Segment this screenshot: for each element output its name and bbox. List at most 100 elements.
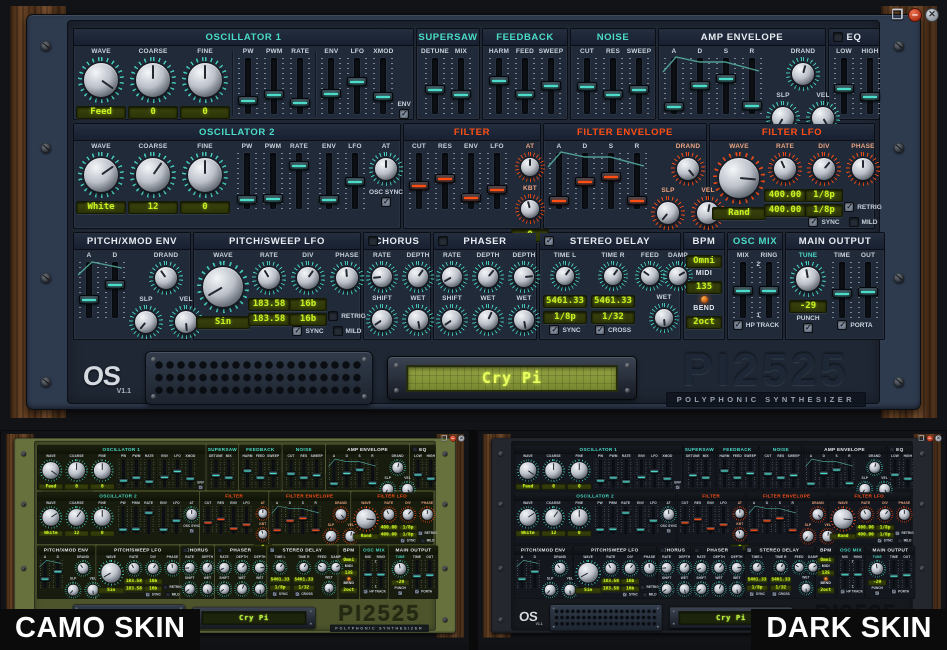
slider-a[interactable] bbox=[749, 507, 760, 535]
slider-pwm[interactable] bbox=[262, 153, 284, 209]
knob-div[interactable] bbox=[291, 261, 325, 295]
slider-high[interactable] bbox=[902, 460, 913, 488]
knob-at[interactable] bbox=[515, 152, 545, 182]
slider-pw[interactable] bbox=[595, 507, 606, 535]
slider-detune[interactable] bbox=[424, 58, 446, 114]
slider-s[interactable] bbox=[297, 507, 308, 535]
slider-time[interactable] bbox=[889, 560, 900, 588]
knob-wet[interactable] bbox=[472, 304, 504, 336]
slider-out[interactable] bbox=[857, 262, 879, 318]
slider-handle[interactable] bbox=[515, 90, 535, 99]
knob-fine[interactable] bbox=[182, 57, 228, 103]
slider-lfo[interactable] bbox=[648, 507, 659, 535]
knob-fine[interactable] bbox=[182, 152, 228, 198]
slider-handle[interactable] bbox=[688, 473, 698, 477]
slider-low[interactable] bbox=[413, 460, 424, 488]
knob-fine[interactable] bbox=[91, 459, 114, 482]
slider-a[interactable] bbox=[78, 262, 100, 318]
slider-handle[interactable] bbox=[745, 471, 755, 475]
lcd-screen[interactable]: Cry Pi bbox=[202, 611, 307, 624]
slider-a[interactable] bbox=[548, 153, 570, 209]
close-icon[interactable]: ✕ bbox=[925, 8, 939, 22]
knob-shift[interactable] bbox=[436, 304, 468, 336]
knob-feed[interactable] bbox=[792, 560, 807, 575]
slider-handle[interactable] bbox=[749, 528, 759, 532]
checkbox-retrig[interactable] bbox=[640, 585, 645, 590]
knob-drand[interactable] bbox=[75, 560, 92, 577]
close-icon[interactable]: ✕ bbox=[458, 435, 465, 442]
knob-wet[interactable] bbox=[649, 303, 679, 333]
slider-handle[interactable] bbox=[426, 476, 436, 480]
slider-ring[interactable] bbox=[375, 560, 386, 588]
slider-env[interactable] bbox=[705, 507, 716, 535]
checkbox-sync[interactable] bbox=[400, 538, 405, 543]
slider-pw[interactable] bbox=[595, 460, 606, 488]
knob-time-r[interactable] bbox=[773, 560, 788, 575]
slider-handle[interactable] bbox=[285, 518, 295, 522]
knob-rate[interactable] bbox=[436, 261, 468, 293]
knob-drand[interactable] bbox=[866, 459, 883, 476]
checkbox-osc-sync[interactable] bbox=[189, 528, 194, 533]
slider-handle[interactable] bbox=[321, 89, 341, 98]
slider-handle[interactable] bbox=[627, 196, 647, 205]
checkbox-sync[interactable] bbox=[145, 592, 150, 597]
knob-coarse[interactable] bbox=[542, 506, 565, 529]
slider-handle[interactable] bbox=[595, 527, 605, 531]
slider-handle[interactable] bbox=[577, 82, 597, 91]
slider-pwm[interactable] bbox=[608, 460, 619, 488]
slider-time[interactable] bbox=[831, 262, 853, 318]
knob-wave[interactable] bbox=[78, 57, 124, 103]
checkbox-sync[interactable] bbox=[877, 538, 882, 543]
slider-mix[interactable] bbox=[223, 460, 234, 488]
slider-handle[interactable] bbox=[759, 286, 779, 295]
knob-feed[interactable] bbox=[635, 261, 665, 291]
checkbox-mild[interactable] bbox=[849, 217, 859, 227]
slider-feed[interactable] bbox=[732, 460, 743, 488]
slider-pwm[interactable] bbox=[130, 507, 141, 535]
knob-depth[interactable] bbox=[508, 261, 540, 293]
slider-sweep[interactable] bbox=[540, 58, 562, 114]
knob-slp[interactable] bbox=[129, 305, 163, 339]
slider-a[interactable] bbox=[806, 460, 817, 488]
slider-handle[interactable] bbox=[662, 476, 672, 480]
checkbox-env[interactable] bbox=[198, 485, 203, 490]
slider-lfo[interactable] bbox=[346, 58, 368, 114]
slider-handle[interactable] bbox=[347, 77, 367, 86]
slider-handle[interactable] bbox=[621, 510, 631, 514]
knob-rate[interactable] bbox=[659, 560, 675, 576]
slider-lfo[interactable] bbox=[718, 507, 729, 535]
checkbox-retrig[interactable] bbox=[844, 202, 854, 212]
knob-phase[interactable] bbox=[896, 506, 913, 523]
checkbox-sync[interactable] bbox=[272, 592, 277, 597]
slider-handle[interactable] bbox=[608, 527, 618, 531]
slider-s[interactable] bbox=[600, 153, 622, 209]
checkbox-osc-sync[interactable] bbox=[381, 197, 391, 207]
slider-handle[interactable] bbox=[461, 193, 481, 202]
slider-handle[interactable] bbox=[840, 573, 850, 577]
checkbox-retrig[interactable] bbox=[895, 531, 900, 536]
slider-handle[interactable] bbox=[903, 476, 913, 480]
slider-handle[interactable] bbox=[290, 98, 310, 107]
knob-wet[interactable] bbox=[508, 304, 540, 336]
checkbox-x[interactable] bbox=[183, 548, 188, 553]
slider-handle[interactable] bbox=[425, 573, 435, 577]
copy-window-icon[interactable]: ❐ bbox=[890, 7, 905, 22]
knob-phase[interactable] bbox=[419, 506, 436, 523]
slider-handle[interactable] bbox=[211, 473, 221, 477]
slider-handle[interactable] bbox=[530, 569, 540, 573]
slider-out[interactable] bbox=[901, 560, 912, 588]
slider-handle[interactable] bbox=[264, 90, 284, 99]
slider-handle[interactable] bbox=[312, 473, 322, 477]
knob-wave[interactable] bbox=[575, 560, 601, 586]
knob-wet[interactable] bbox=[234, 581, 250, 597]
slider-rate[interactable] bbox=[621, 460, 632, 488]
knob-time-l[interactable] bbox=[550, 261, 580, 291]
checkbox-x[interactable] bbox=[438, 236, 448, 246]
slider-res[interactable] bbox=[215, 507, 226, 535]
slider-a[interactable] bbox=[40, 560, 51, 588]
slider-d[interactable] bbox=[104, 262, 126, 318]
knob-coarse[interactable] bbox=[65, 506, 88, 529]
slider-handle[interactable] bbox=[311, 528, 321, 532]
slider-d[interactable] bbox=[574, 153, 596, 209]
knob-shift[interactable] bbox=[693, 581, 709, 597]
